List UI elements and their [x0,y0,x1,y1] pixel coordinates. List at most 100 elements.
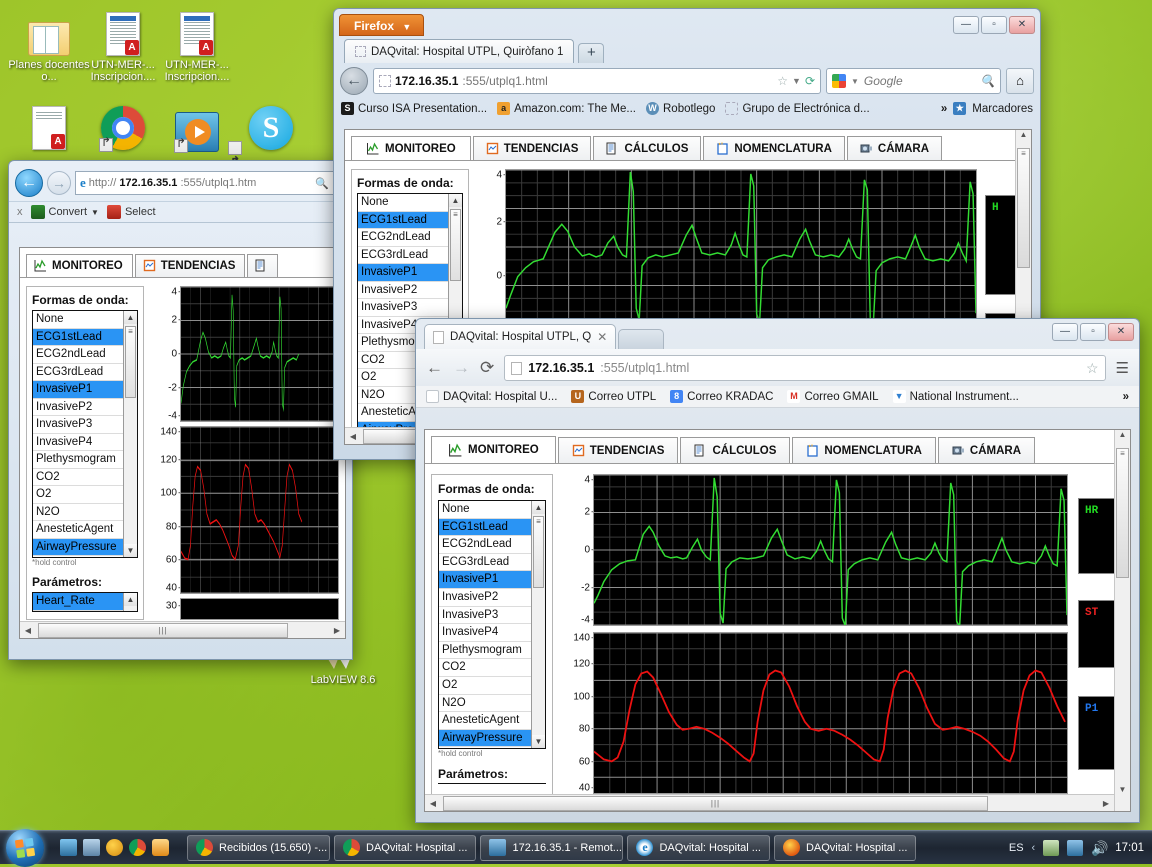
bookmarks-menu-label[interactable]: Marcadores [972,103,1033,115]
scroll-track[interactable]: ||| [36,622,329,638]
listbox-scrollbar[interactable]: ▲ ≡ ▼ [531,501,545,748]
clock[interactable]: 17:01 [1115,842,1144,854]
scroll-left-arrow[interactable]: ◀ [425,799,441,808]
start-button[interactable] [2,828,46,867]
bookmarks-overflow-button[interactable]: » [1123,391,1129,403]
list-item[interactable]: InvasiveP3 [33,416,137,434]
back-button[interactable]: ← [15,169,43,197]
list-item[interactable]: ECG1stLead [439,518,545,537]
desktop-icon-chrome[interactable] [82,100,164,153]
switch-window-icon[interactable] [83,839,100,856]
list-item[interactable]: InvasiveP1 [439,571,545,589]
list-item[interactable]: ECG2ndLead [33,346,137,364]
waveform-listbox[interactable]: None ECG1stLead ECG2ndLead ECG3rdLead Invasi… [32,310,138,558]
params-listbox-top[interactable] [438,783,546,784]
ie-horizontal-scrollbar[interactable]: ◀ ||| ▶ [20,621,345,638]
new-tab-button[interactable]: + [578,43,605,63]
language-indicator[interactable]: ES [1009,842,1024,854]
listbox-scrollbar[interactable]: ▲ [123,593,137,611]
tab-camara[interactable]: CÁMARA [937,437,1036,463]
scrollbar-thumb[interactable]: ||| [38,622,288,638]
list-item[interactable]: Plethysmogram [33,451,137,469]
tab-calculos[interactable] [247,254,279,277]
scrollbar-thumb[interactable]: ≡ [1116,448,1129,578]
bookmark-daqvital[interactable]: DAQvital: Hospital U... [426,390,557,403]
chrome-window[interactable]: DAQvital: Hospital UTPL, Q ✕ — ▫ ✕ ← → ⟳… [415,318,1140,823]
list-item[interactable]: AirwayPressure [439,729,545,748]
close-tab-icon[interactable]: ✕ [597,330,607,344]
list-item[interactable]: ECG2ndLead [439,536,545,554]
scroll-up-arrow[interactable]: ▲ [449,194,462,207]
close-button[interactable]: ✕ [1108,323,1134,341]
reload-icon[interactable]: ⟳ [805,74,815,88]
taskbar-button-daqvital-chrome[interactable]: DAQvital: Hospital ... [334,834,477,861]
bookmark-curso-isa[interactable]: S Curso ISA Presentation... [341,102,487,115]
scrollbar-thumb[interactable]: ≡ [1017,148,1030,268]
address-bar[interactable]: e http://172.16.35.1:555/utplq1.htm 🔍 ▼ [75,171,346,195]
mail-icon[interactable] [152,839,169,856]
list-item[interactable]: None [358,194,462,212]
desktop-icon-utn-mer-2[interactable]: A UTN-MER-... Inscripcion.... [156,6,238,83]
clock-app-icon[interactable] [106,839,123,856]
tab-nomenclatura[interactable]: NOMENCLATURA [792,437,936,463]
search-icon[interactable]: 🔍 [315,177,329,190]
list-item[interactable]: AirwayPressure [33,538,137,556]
omnibox[interactable]: 172.16.35.1:555/utplq1.html ☆ [504,355,1106,381]
scroll-right-arrow[interactable]: ▶ [329,626,345,635]
chevron-down-icon[interactable]: ▼ [792,76,801,86]
taskbar-button-remote-desktop[interactable]: 172.16.35.1 - Remot... [480,834,624,861]
desktop-icon-planes-docentes[interactable]: Planes docentes o... [8,6,90,83]
list-item[interactable]: N2O [439,695,545,713]
chevron-down-icon[interactable]: ▼ [91,208,99,217]
list-item[interactable]: CO2 [33,469,137,486]
list-item[interactable]: ECG2ndLead [358,229,462,247]
tab-calculos[interactable]: CÁLCULOS [593,136,702,160]
back-button[interactable]: ← [340,67,368,95]
bookmark-amazon[interactable]: a Amazon.com: The Me... [497,102,636,115]
bookmark-correo-gmail[interactable]: M Correo GMAIL [787,390,879,403]
maximize-button[interactable]: ▫ [981,15,1007,34]
list-item[interactable]: ECG3rdLead [439,554,545,572]
internet-explorer-window[interactable]: ← → e http://172.16.35.1:555/utplq1.htm … [8,160,353,660]
close-button[interactable]: ✕ [1009,15,1035,34]
battery-icon[interactable] [1043,839,1060,856]
list-item[interactable]: O2 [439,677,545,695]
list-item[interactable]: Plethysmogram [439,642,545,660]
list-item[interactable]: InvasiveP3 [439,607,545,625]
scroll-left-arrow[interactable]: ◀ [345,432,361,441]
tab-monitoreo[interactable]: MONITOREO [431,436,556,463]
show-desktop-icon[interactable] [60,839,77,856]
params-listbox[interactable]: Heart_Rate ▲ [32,592,138,612]
scroll-up-arrow[interactable]: ▲ [1016,130,1031,139]
scroll-up-arrow[interactable]: ▲ [124,593,137,606]
taskbar-button-daqvital-ie[interactable]: e DAQvital: Hospital ... [627,834,770,861]
forward-button[interactable]: → [47,171,71,195]
chevron-down-icon[interactable]: ▼ [851,77,859,86]
taskbar-button-recibidos[interactable]: Recibidos (15.650) -... [187,834,330,861]
cr-horizontal-scrollbar[interactable]: ◀ ||| ▶ [425,794,1114,811]
desktop-icon-labview[interactable]: LabVIEW 8.6 [305,658,381,686]
reload-button[interactable]: ⟳ [480,358,494,378]
list-item[interactable]: Heart_Rate [33,593,137,611]
back-button[interactable]: ← [426,358,443,378]
tab-tendencias[interactable]: TENDENCIAS [557,437,679,463]
bookmark-star-icon[interactable]: ☆ [1086,360,1099,377]
tab-tendencias[interactable]: TENDENCIAS [134,254,246,277]
scroll-down-arrow[interactable]: ▼ [124,544,137,557]
scroll-down-arrow[interactable]: ▼ [532,735,545,748]
waveform-listbox[interactable]: None ECG1stLead ECG2ndLead ECG3rdLead Invasi… [438,500,546,749]
scroll-up-arrow[interactable]: ▲ [124,311,137,324]
maximize-button[interactable]: ▫ [1080,323,1106,341]
minimize-button[interactable]: — [953,15,979,34]
bookmark-national-instruments[interactable]: ▼ National Instrument... [892,390,1019,403]
bookmark-robotlego[interactable]: W Robotlego [646,102,715,115]
scrollbar-thumb[interactable]: ≡ [450,209,461,281]
listbox-scrollbar[interactable]: ▲ ≡ ▼ [123,311,137,557]
list-item[interactable]: InvasiveP2 [33,399,137,416]
scrollbar-thumb[interactable]: ≡ [125,326,136,398]
forward-button[interactable]: → [453,358,470,378]
list-item[interactable]: ECG1stLead [33,328,137,346]
search-icon[interactable]: 🔍 [980,74,995,88]
cr-vertical-scrollbar[interactable]: ▲ ≡ ▼ [1114,430,1130,811]
close-toolbar-button[interactable]: x [17,206,23,218]
